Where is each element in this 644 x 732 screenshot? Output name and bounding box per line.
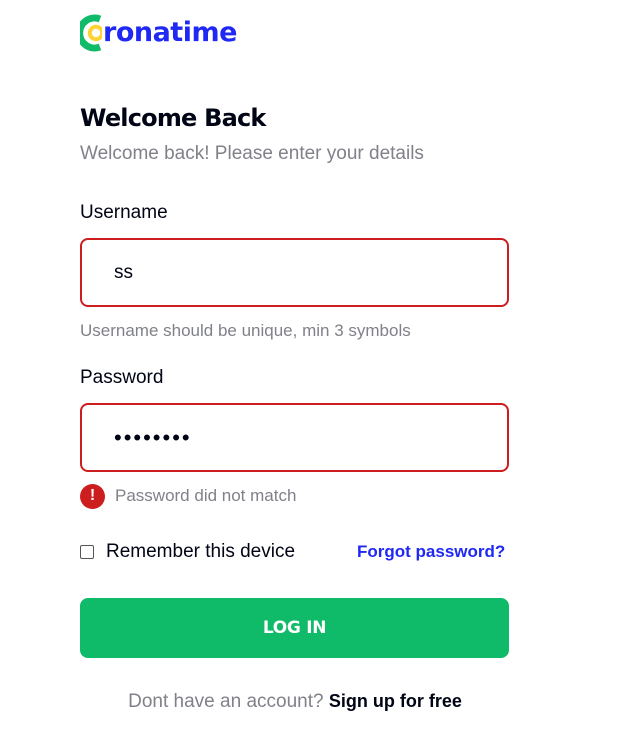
logo-c-icon <box>80 14 102 52</box>
signup-prompt: Dont have an account? Sign up for free <box>0 691 590 713</box>
logo-text: ronatime <box>103 17 237 48</box>
error-icon: ! <box>80 483 105 509</box>
signup-question: Dont have an account? <box>128 691 329 712</box>
remember-checkbox[interactable] <box>80 545 94 559</box>
signup-link[interactable]: Sign up for free <box>329 691 462 711</box>
username-input[interactable] <box>114 261 507 284</box>
coronatime-logo: ronatime <box>80 13 237 53</box>
page-subtitle: Welcome back! Please enter your details <box>80 143 424 164</box>
login-button[interactable]: LOG IN <box>80 598 509 658</box>
login-page: ronatime Welcome Back Welcome back! Plea… <box>0 0 644 732</box>
username-field-box <box>80 238 509 307</box>
password-input[interactable] <box>114 424 507 451</box>
page-title: Welcome Back <box>80 104 266 132</box>
forgot-password-link[interactable]: Forgot password? <box>357 542 505 562</box>
password-field-box <box>80 403 509 472</box>
username-label: Username <box>80 202 168 223</box>
password-label: Password <box>80 367 164 388</box>
remember-label: Remember this device <box>106 541 296 562</box>
remember-device[interactable]: Remember this device <box>80 541 295 563</box>
password-error-text: Password did not match <box>115 486 297 505</box>
password-error: ! Password did not match <box>80 483 296 509</box>
username-hint: Username should be unique, min 3 symbols <box>80 321 411 340</box>
